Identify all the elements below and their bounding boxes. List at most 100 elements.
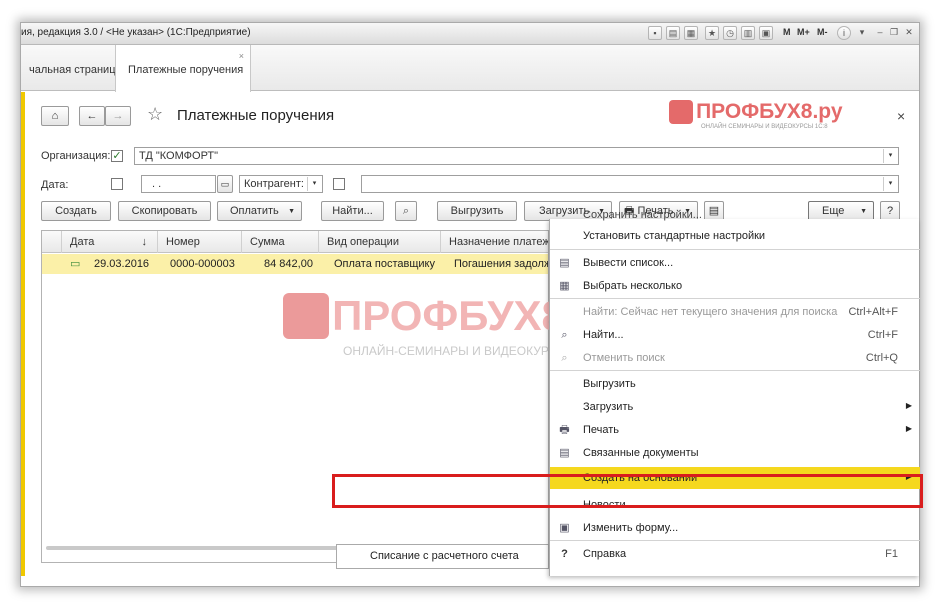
cell-sum: 84 842,00 <box>264 258 313 270</box>
tab-payment-orders[interactable]: Платежные поручения × <box>115 45 251 92</box>
save-icon[interactable]: ▪ <box>648 26 662 40</box>
tab-label: чальная страница <box>29 64 122 76</box>
close-icon[interactable]: ✕ <box>902 26 916 40</box>
menu-item-label: Загрузить <box>583 401 634 413</box>
print-icon[interactable]: ▤ <box>666 26 680 40</box>
menu-item-shortcut: Ctrl+Q <box>865 352 898 364</box>
watermark-brand-small: ПРОФБУХ8.ру <box>696 100 843 123</box>
organization-field[interactable]: ТД "КОМФОРТ" ▾ <box>134 147 899 165</box>
watermark-logo-small: ПРОФБУХ8.ру ОНЛАЙН СЕМИНАРЫ И ВИДЕОКУРСЫ… <box>669 100 843 130</box>
calendar-icon[interactable]: ▣ <box>759 26 773 40</box>
chevron-down-icon[interactable]: ▾ <box>307 177 321 191</box>
menu-item-shortcut: Ctrl+F <box>867 329 898 341</box>
home-button[interactable]: ⌂ <box>41 106 69 126</box>
more-actions-menu: Сохранить настройки... Установить станда… <box>549 209 920 576</box>
column-operation[interactable]: Вид операции <box>319 231 441 253</box>
menu-item-change-form[interactable]: ▣ Изменить форму... <box>550 517 920 539</box>
favorites-icon[interactable]: ★ <box>705 26 719 40</box>
page-title: Платежные поручения <box>177 107 335 124</box>
menu-item-related-documents[interactable]: ▤ Связанные документы <box>550 442 920 464</box>
memory-minus-button[interactable]: M- <box>815 26 830 40</box>
column-label: Дата <box>70 236 95 248</box>
menu-item-print[interactable]: 🖶 Печать ▶ <box>550 419 920 441</box>
organization-label: Организация: <box>41 150 111 162</box>
organization-checkbox[interactable]: ✓ <box>111 150 123 162</box>
menu-item-label: Печать <box>583 424 620 436</box>
menu-item-label: Выбрать несколько <box>583 280 683 292</box>
column-purpose[interactable]: Назначение платежа <box>441 231 548 253</box>
forward-button[interactable]: → <box>105 106 131 126</box>
minimize-icon[interactable]: – <box>873 26 887 40</box>
menu-item-label: Найти: Сейчас нет текущего значения для … <box>583 306 838 318</box>
accent-bar <box>21 92 25 576</box>
restore-icon[interactable]: ❐ <box>887 26 901 40</box>
menu-item-label: Связанные документы <box>583 447 699 459</box>
pay-label: Оплатить <box>230 205 279 217</box>
cell-number: 0000-000003 <box>170 258 235 270</box>
counterparty-label: Контрагент: <box>244 178 304 190</box>
menu-item-label: Сохранить настройки... <box>583 209 702 221</box>
date-checkbox[interactable] <box>111 178 123 190</box>
chevron-down-icon[interactable]: ▾ <box>883 177 897 191</box>
pay-button[interactable]: Оплатить ▼ <box>217 201 302 221</box>
menu-item-label: Справка <box>583 548 627 560</box>
history-icon[interactable]: ◷ <box>723 26 737 40</box>
copy-button[interactable]: Скопировать <box>118 201 211 221</box>
column-number[interactable]: Номер <box>158 231 242 253</box>
form-close-icon[interactable]: × <box>897 108 905 124</box>
info-icon[interactable]: i <box>837 26 851 40</box>
menu-item-select-multiple[interactable]: ▦ Выбрать несколько <box>550 275 920 297</box>
chevron-down-icon: ▼ <box>288 208 295 215</box>
help-icon: ? <box>561 548 568 560</box>
find-button[interactable]: Найти... <box>321 201 384 221</box>
submenu-arrow-icon: ▶ <box>905 424 912 433</box>
column-date[interactable]: Дата ↓ <box>62 231 158 253</box>
preview-icon[interactable]: ▦ <box>684 26 698 40</box>
chevron-down-icon[interactable]: ▾ <box>855 26 869 40</box>
date-field[interactable]: . . <box>141 175 216 193</box>
chevron-down-icon[interactable]: ▾ <box>883 149 897 163</box>
related-docs-icon: ▤ <box>559 447 570 459</box>
table-row[interactable]: ▭ 29.03.2016 0000-000003 84 842,00 Оплат… <box>42 254 548 274</box>
menu-item-label: Установить стандартные настройки <box>583 230 766 242</box>
menu-item-create-based-on[interactable]: Создать на основании ▶ <box>550 467 920 489</box>
column-sum[interactable]: Сумма <box>242 231 319 253</box>
menu-item-news[interactable]: Новости <box>550 494 920 516</box>
menu-item-export[interactable]: Выгрузить <box>550 373 920 395</box>
counterparty-type-select[interactable]: Контрагент: ▾ <box>239 175 323 193</box>
window-title: ия, редакция 3.0 / <Не указан> (1С:Предп… <box>21 27 251 38</box>
date-value: . . <box>152 178 162 190</box>
app-window: ия, редакция 3.0 / <Не указан> (1С:Предп… <box>0 0 945 610</box>
back-button[interactable]: ← <box>79 106 105 126</box>
menu-item-shortcut: Ctrl+Alt+F <box>848 306 898 318</box>
create-button[interactable]: Создать <box>41 201 111 221</box>
sort-down-icon: ↓ <box>141 236 148 248</box>
tab-bar: чальная страница Платежные поручения × <box>21 45 919 92</box>
menu-item-find[interactable]: ⌕ Найти... Ctrl+F <box>550 324 920 346</box>
memory-button[interactable]: M <box>781 26 793 40</box>
tab-label: Платежные поручения <box>128 64 244 76</box>
menu-item-import[interactable]: Загрузить ▶ <box>550 396 920 418</box>
export-button[interactable]: Выгрузить <box>437 201 517 221</box>
submenu-writeoff-from-account[interactable]: Списание с расчетного счета <box>336 544 549 569</box>
tab-close-icon[interactable]: × <box>239 51 244 61</box>
menu-separator <box>550 540 920 541</box>
watermark-tagline-small: ОНЛАЙН СЕМИНАРЫ И ВИДЕОКУРСЫ 1С:8 <box>701 124 828 130</box>
menu-item-help[interactable]: ? Справка F1 <box>550 543 920 565</box>
cell-operation: Оплата поставщику <box>334 258 435 270</box>
counterparty-checkbox[interactable] <box>333 178 345 190</box>
menu-item-label: Изменить форму... <box>583 522 679 534</box>
counterparty-field[interactable]: ▾ <box>361 175 899 193</box>
favorite-star-icon[interactable]: ☆ <box>147 104 163 125</box>
arrow-left-icon: ← <box>86 110 98 122</box>
cancel-search-icon[interactable]: ⌕ <box>395 201 417 221</box>
calculator-icon[interactable]: ▥ <box>741 26 755 40</box>
memory-plus-button[interactable]: M+ <box>795 26 812 40</box>
search-icon: ⌕ <box>561 329 568 341</box>
calendar-icon[interactable]: ▭ <box>217 175 233 193</box>
printer-icon: 🖶 <box>559 424 570 436</box>
menu-item-reset-settings[interactable]: Установить стандартные настройки <box>550 225 920 247</box>
menu-item-cancel-search: ⌕ Отменить поиск Ctrl+Q <box>550 347 920 369</box>
menu-item-output-list[interactable]: ▤ Вывести список... <box>550 252 920 274</box>
menu-item-save-settings[interactable]: Сохранить настройки... <box>550 209 920 225</box>
